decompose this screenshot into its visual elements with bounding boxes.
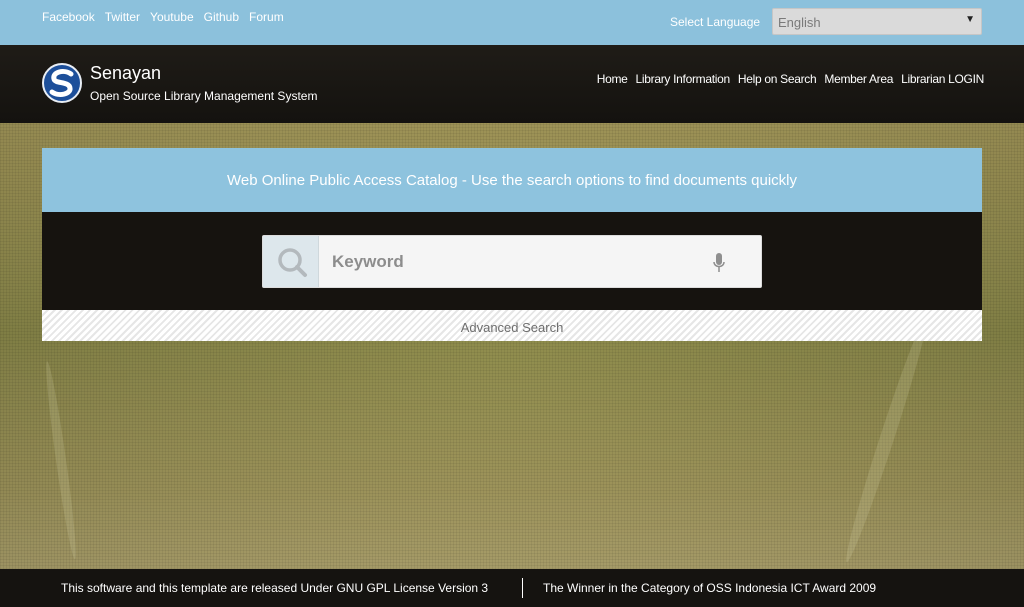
background-grass-highlight <box>42 360 80 560</box>
footer-divider <box>522 578 523 598</box>
search-icon <box>278 248 307 277</box>
social-links: Facebook Twitter Youtube Github Forum <box>42 10 284 24</box>
opac-banner: Web Online Public Access Catalog - Use t… <box>42 148 982 212</box>
site-name[interactable]: Senayan <box>90 63 161 84</box>
nav-member-area[interactable]: Member Area <box>824 72 893 86</box>
search-area <box>42 212 982 310</box>
language-selected-value: English <box>778 15 821 30</box>
senayan-logo-icon[interactable] <box>42 63 82 103</box>
facebook-link[interactable]: Facebook <box>42 10 95 24</box>
language-label: Select Language <box>670 15 761 29</box>
award-text: The Winner in the Category of OSS Indone… <box>543 581 877 595</box>
nav-help-on-search[interactable]: Help on Search <box>738 72 817 86</box>
banner-text: Web Online Public Access Catalog - Use t… <box>226 172 797 189</box>
search-box <box>262 235 762 288</box>
microphone-icon[interactable] <box>712 252 726 274</box>
top-bar: Facebook Twitter Youtube Github Forum Se… <box>0 0 1024 45</box>
search-input[interactable] <box>320 236 700 287</box>
site-subtitle: Open Source Library Management System <box>90 89 318 103</box>
nav-librarian-login[interactable]: Librarian LOGIN <box>901 72 984 86</box>
search-icon-button[interactable] <box>263 236 319 287</box>
dropdown-arrow-icon: ▼ <box>965 14 975 25</box>
advanced-search-bar: Advanced Search <box>42 310 982 341</box>
license-text: This software and this template are rele… <box>61 581 489 595</box>
advanced-search-link[interactable]: Advanced Search <box>461 310 564 335</box>
background-grass-highlight <box>840 312 934 565</box>
main-nav: Home Library Information Help on Search … <box>597 72 985 86</box>
language-select[interactable]: English ▼ <box>772 8 982 35</box>
github-link[interactable]: Github <box>204 10 239 24</box>
site-footer: This software and this template are rele… <box>0 569 1024 607</box>
twitter-link[interactable]: Twitter <box>105 10 140 24</box>
nav-home[interactable]: Home <box>597 72 628 86</box>
youtube-link[interactable]: Youtube <box>150 10 194 24</box>
site-header: Senayan Open Source Library Management S… <box>0 45 1024 123</box>
nav-library-information[interactable]: Library Information <box>636 72 731 86</box>
forum-link[interactable]: Forum <box>249 10 284 24</box>
